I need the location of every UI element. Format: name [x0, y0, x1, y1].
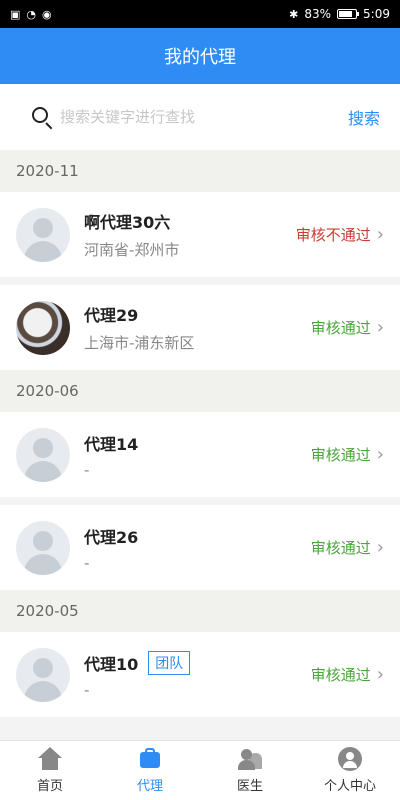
agent-region: 河南省-郑州市	[84, 241, 180, 259]
default-avatar-icon	[16, 207, 70, 262]
agent-list: 2020-11 啊代理30六 河南省-郑州市 审核不通过 › 代理29 上海市-…	[0, 150, 400, 717]
agent-info: 啊代理30六 河南省-郑州市	[84, 209, 296, 260]
bluetooth-icon: ✱	[289, 7, 299, 21]
home-icon	[38, 747, 62, 771]
tab-bar: 首页 代理 医生 个人中心	[0, 740, 400, 800]
status-icons-left: ▣ ◔ ◉	[10, 8, 52, 21]
wechat-icon: ◉	[42, 7, 52, 21]
review-status: 审核通过	[310, 319, 371, 337]
search-button[interactable]: 搜索	[348, 105, 380, 129]
section-header: 2020-11	[0, 150, 400, 192]
chevron-right-icon: ›	[376, 224, 384, 245]
agent-item[interactable]: 啊代理30六 河南省-郑州市 审核不通过 ›	[0, 192, 400, 277]
tab-home[interactable]: 首页	[0, 741, 100, 800]
section-header: 2020-06	[0, 370, 400, 412]
avatar-photo	[16, 300, 70, 355]
chevron-right-icon: ›	[376, 317, 384, 338]
chevron-right-icon: ›	[376, 537, 384, 558]
agent-item[interactable]: 代理26 - 审核通过 ›	[0, 505, 400, 590]
agent-region: -	[84, 680, 90, 699]
default-avatar-icon	[16, 647, 70, 702]
battery-level-fill	[339, 11, 353, 17]
doctors-icon	[238, 747, 262, 771]
tab-doctors[interactable]: 医生	[200, 741, 300, 800]
agent-item[interactable]: 代理29 上海市-浦东新区 审核通过 ›	[0, 285, 400, 370]
profile-icon	[338, 747, 362, 771]
chevron-right-icon: ›	[376, 664, 384, 685]
review-status: 审核不通过	[295, 226, 371, 244]
review-status: 审核通过	[310, 446, 371, 464]
agent-name: 代理10	[84, 654, 139, 674]
agent-region: 上海市-浦东新区	[84, 334, 195, 352]
tab-agents[interactable]: 代理	[100, 741, 200, 800]
search-bar: 搜索	[0, 84, 400, 150]
default-avatar-icon	[16, 520, 70, 575]
navigation-bar: 我的代理	[0, 28, 400, 84]
team-tag: 团队	[148, 650, 191, 675]
agent-info: 代理14 -	[84, 431, 311, 479]
default-avatar-icon	[16, 427, 70, 482]
battery-percent: 83%	[304, 7, 332, 21]
review-status: 审核通过	[310, 539, 371, 557]
agent-info: 代理29 上海市-浦东新区	[84, 302, 311, 353]
agent-name: 代理29	[84, 306, 139, 325]
battery-icon	[337, 9, 360, 19]
wifi-icon: ◔	[26, 7, 37, 21]
agent-info: 代理26 -	[84, 524, 311, 572]
agent-name: 代理14	[84, 434, 139, 454]
agent-name: 啊代理30六	[84, 213, 171, 232]
tab-profile[interactable]: 个人中心	[300, 741, 400, 800]
agent-region: -	[84, 460, 90, 479]
tab-label: 首页	[36, 779, 63, 794]
tab-label: 代理	[136, 779, 163, 794]
tab-label: 医生	[236, 779, 263, 794]
search-icon	[30, 105, 54, 130]
page-title: 我的代理	[164, 47, 236, 68]
status-icons-right: ✱ 83% 5:09	[289, 7, 390, 21]
notification-icon: ▣	[10, 7, 21, 21]
tab-label: 个人中心	[323, 779, 376, 794]
search-input[interactable]	[60, 108, 338, 126]
agent-name: 代理26	[84, 527, 139, 547]
clock: 5:09	[363, 7, 390, 21]
briefcase-icon	[138, 747, 162, 771]
agent-item[interactable]: 代理14 - 审核通过 ›	[0, 412, 400, 497]
chevron-right-icon: ›	[376, 444, 384, 465]
status-bar: ▣ ◔ ◉ ✱ 83% 5:09	[0, 0, 400, 28]
agent-region: -	[84, 553, 90, 572]
review-status: 审核通过	[310, 666, 371, 684]
agent-item[interactable]: 代理10 团队 - 审核通过 ›	[0, 632, 400, 717]
section-header: 2020-05	[0, 590, 400, 632]
agent-info: 代理10 团队 -	[84, 650, 311, 699]
